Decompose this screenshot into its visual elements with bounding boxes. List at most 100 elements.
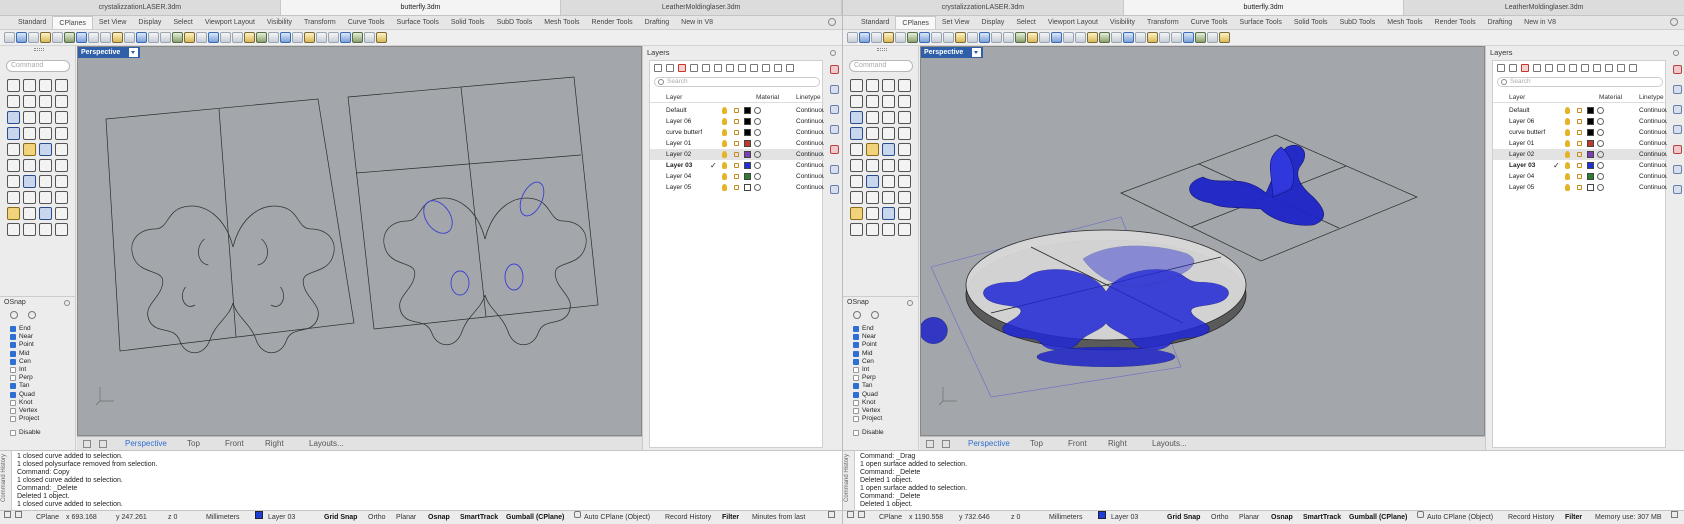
lock-icon[interactable] — [734, 130, 739, 135]
toolbar-command-icon[interactable] — [1135, 32, 1146, 43]
layer-name[interactable]: Layer 01 — [666, 138, 691, 149]
layer-name[interactable]: Layer 04 — [666, 171, 691, 182]
toolbar-command-icon[interactable] — [1003, 32, 1014, 43]
layer-name[interactable]: Layer 05 — [1509, 182, 1534, 193]
checkbox[interactable] — [10, 350, 16, 357]
tool-icon[interactable] — [882, 95, 895, 108]
properties-icon[interactable] — [830, 65, 839, 74]
ribbon-tab[interactable]: Viewport Layout — [1042, 16, 1104, 29]
layer-color-swatch[interactable] — [744, 118, 751, 125]
close-icon[interactable] — [64, 300, 70, 306]
toolbar-command-icon[interactable] — [136, 32, 147, 43]
layers-icon[interactable] — [830, 105, 839, 114]
material-sphere-icon[interactable] — [1597, 107, 1604, 114]
ribbon-tab[interactable]: Solid Tools — [445, 16, 491, 29]
checkbox[interactable] — [853, 350, 859, 357]
tab-front[interactable]: Front — [1068, 437, 1087, 451]
layer-row[interactable]: Layer 06 Continuous — [650, 116, 824, 127]
toolbar-command-icon[interactable] — [883, 32, 894, 43]
layer-row[interactable]: Layer 01 Continuous — [1493, 138, 1667, 149]
layer-name[interactable]: Layer 02 — [1509, 149, 1534, 160]
layer-tool-icon[interactable] — [726, 64, 734, 72]
toolbar-command-icon[interactable] — [172, 32, 183, 43]
osnap-disable[interactable]: Disable — [10, 429, 41, 436]
perspective-viewport[interactable]: Perspective — [77, 46, 642, 436]
material-sphere-icon[interactable] — [1597, 184, 1604, 191]
tool-icon[interactable] — [898, 111, 911, 124]
grid-icon[interactable] — [926, 440, 934, 448]
ribbon-tab[interactable]: Mesh Tools — [538, 16, 585, 29]
tool-icon[interactable] — [23, 79, 36, 92]
tool-icon[interactable] — [7, 207, 20, 220]
checkbox[interactable] — [10, 391, 16, 398]
status-toggle[interactable]: Gumball (CPlane) — [506, 511, 564, 524]
lightbulb-icon[interactable] — [1565, 173, 1570, 180]
history-tab[interactable]: Command History — [843, 451, 855, 511]
ribbon-tab[interactable]: CPlanes — [895, 16, 936, 29]
toolbar-command-icon[interactable] — [967, 32, 978, 43]
panel-grip[interactable] — [34, 48, 44, 51]
layer-name[interactable]: curve butterf — [1509, 127, 1545, 138]
checkbox[interactable] — [10, 416, 16, 423]
ribbon-tab[interactable]: CPlanes — [52, 16, 93, 29]
tool-icon[interactable] — [850, 79, 863, 92]
help-icon[interactable] — [1673, 165, 1682, 174]
tool-icon[interactable] — [23, 143, 36, 156]
layer-linetype[interactable]: Continuous — [1639, 127, 1667, 138]
layer-linetype[interactable]: Continuous — [796, 127, 824, 138]
material-sphere-icon[interactable] — [1597, 162, 1604, 169]
toolbar-command-icon[interactable] — [148, 32, 159, 43]
layer-linetype[interactable]: Continuous — [796, 160, 824, 171]
toolbar-command-icon[interactable] — [1063, 32, 1074, 43]
layer-linetype[interactable]: Continuous — [1639, 116, 1667, 127]
checkbox[interactable] — [853, 383, 859, 390]
tool-icon[interactable] — [23, 111, 36, 124]
tool-icon[interactable] — [866, 79, 879, 92]
toolbar-command-icon[interactable] — [1195, 32, 1206, 43]
layers-icon[interactable] — [1673, 105, 1682, 114]
checkbox[interactable] — [10, 326, 16, 333]
layer-row[interactable]: Layer 05 Continuous — [1493, 182, 1667, 193]
toolbar-command-icon[interactable] — [1207, 32, 1218, 43]
ribbon-tab[interactable]: Display — [132, 16, 167, 29]
checkbox[interactable] — [853, 391, 859, 398]
layer-color-swatch[interactable] — [744, 129, 751, 136]
single-view-icon[interactable] — [99, 440, 107, 448]
status-toggle[interactable]: Grid Snap — [324, 511, 357, 524]
ribbon-tab[interactable]: Transform — [298, 16, 342, 29]
gear-icon[interactable] — [1671, 511, 1678, 518]
toolbar-command-icon[interactable] — [256, 32, 267, 43]
properties-icon[interactable] — [1673, 65, 1682, 74]
tool-icon[interactable] — [882, 79, 895, 92]
lock-icon[interactable] — [1577, 152, 1582, 157]
material-sphere-icon[interactable] — [1597, 173, 1604, 180]
layer-color-swatch[interactable] — [744, 184, 751, 191]
layer-name[interactable]: Default — [666, 105, 687, 116]
osnap-option[interactable]: Int — [853, 366, 882, 374]
tool-icon[interactable] — [882, 175, 895, 188]
filter-toggle[interactable]: Filter — [722, 511, 739, 524]
lock-icon[interactable] — [734, 174, 739, 179]
tool-icon[interactable] — [39, 79, 52, 92]
tool-icon[interactable] — [55, 207, 68, 220]
gear-icon[interactable] — [828, 511, 835, 518]
tool-icon[interactable] — [39, 223, 52, 236]
render-icon[interactable] — [830, 85, 839, 94]
tab-layouts[interactable]: Layouts... — [309, 437, 344, 451]
ribbon-tab[interactable]: Standard — [855, 16, 895, 29]
layer-linetype[interactable]: Continuous — [1639, 138, 1667, 149]
layer-tool-icon[interactable] — [1557, 64, 1565, 72]
layer-search-input[interactable]: Search — [1497, 77, 1663, 87]
tool-icon[interactable] — [850, 191, 863, 204]
lightbulb-icon[interactable] — [1565, 184, 1570, 191]
lock-icon[interactable] — [734, 185, 739, 190]
layer-tool-icon[interactable] — [1533, 64, 1541, 72]
tool-icon[interactable] — [23, 159, 36, 172]
render-icon[interactable] — [1673, 85, 1682, 94]
tool-icon[interactable] — [866, 207, 879, 220]
tool-icon[interactable] — [55, 175, 68, 188]
doc-tab[interactable]: LeatherMoldinglaser.3dm — [1404, 0, 1684, 15]
settings-gear-icon[interactable] — [828, 18, 836, 26]
linetype-column-header[interactable]: Linetype — [796, 94, 821, 101]
layer-tool-icon[interactable] — [762, 64, 770, 72]
